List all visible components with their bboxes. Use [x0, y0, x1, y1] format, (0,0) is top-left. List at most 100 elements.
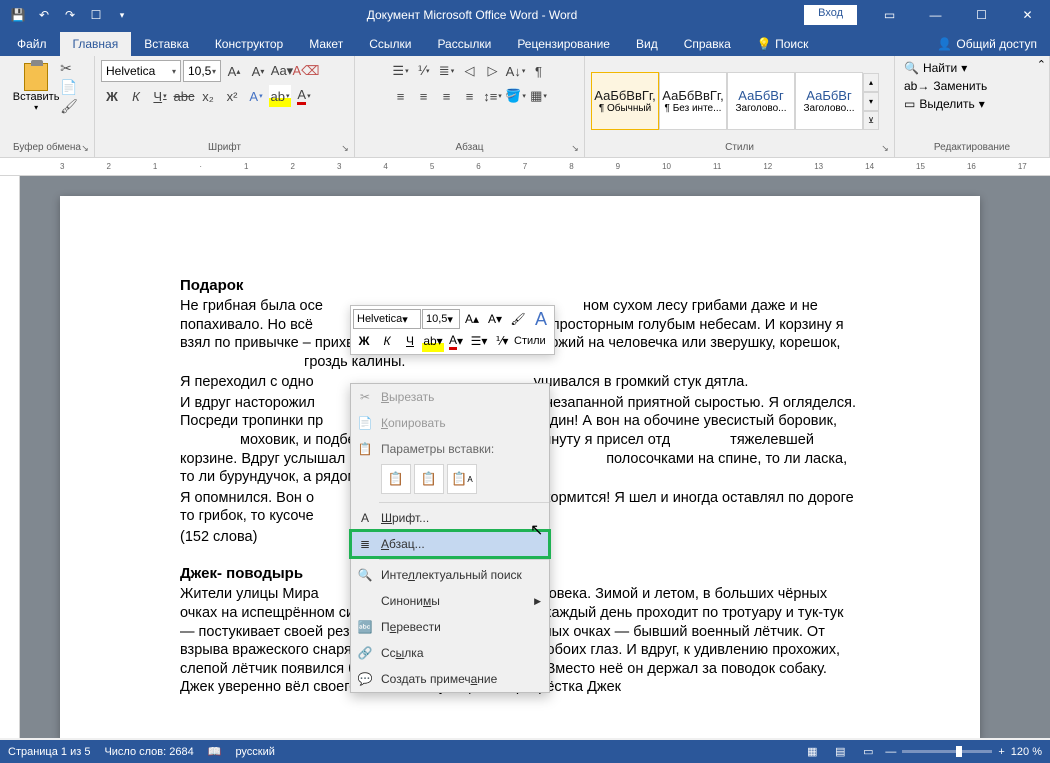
mini-italic-button[interactable]: К: [376, 330, 398, 352]
styles-up-icon[interactable]: ▴: [863, 73, 879, 92]
view-web-icon[interactable]: ▭: [857, 743, 879, 761]
status-page[interactable]: Страница 1 из 5: [8, 746, 90, 758]
tab-references[interactable]: Ссылки: [356, 32, 424, 56]
cm-new-comment[interactable]: 💬Создать примечание: [351, 666, 549, 692]
line-spacing-icon[interactable]: ↕≡: [482, 85, 504, 107]
font-color-icon[interactable]: A: [293, 85, 315, 107]
replace-button[interactable]: ab→ Заменить: [901, 78, 990, 94]
save-icon[interactable]: 💾: [8, 5, 28, 25]
cm-paragraph[interactable]: ≣Абзац...: [351, 531, 549, 557]
mini-font-color-icon[interactable]: A▾: [445, 330, 467, 352]
shrink-font-icon[interactable]: A▾: [247, 60, 269, 82]
styles-launcher-icon[interactable]: ↘: [878, 141, 892, 155]
show-marks-icon[interactable]: ¶: [528, 60, 550, 82]
horizontal-ruler[interactable]: 321·1234567891011121314151617: [0, 158, 1050, 176]
find-button[interactable]: 🔍 Найти ▾: [901, 60, 970, 76]
zoom-in-button[interactable]: +: [998, 746, 1004, 758]
tab-mailings[interactable]: Рассылки: [424, 32, 504, 56]
paste-merge-icon[interactable]: 📋: [414, 464, 444, 494]
mini-numbering-icon[interactable]: ⅟▾: [491, 330, 513, 352]
mini-styles-icon[interactable]: A: [530, 308, 552, 330]
decrease-indent-icon[interactable]: ◁: [459, 60, 481, 82]
sort-icon[interactable]: A↓: [505, 60, 527, 82]
justify-icon[interactable]: ≡: [459, 85, 481, 107]
select-button[interactable]: ▭ Выделить ▾: [901, 96, 988, 112]
strikethrough-button[interactable]: abc: [173, 85, 195, 107]
paste-button[interactable]: Вставить ▾: [16, 60, 56, 115]
paste-text-only-icon[interactable]: 📋A: [447, 464, 477, 494]
borders-icon[interactable]: ▦: [528, 85, 550, 107]
ribbon-display-icon[interactable]: ▭: [867, 0, 912, 30]
zoom-slider[interactable]: [902, 750, 992, 753]
font-size-combo[interactable]: 10,5▾: [183, 60, 221, 82]
mini-underline-button[interactable]: Ч: [399, 330, 421, 352]
cm-synonyms[interactable]: Синонимы▶: [351, 588, 549, 614]
numbering-icon[interactable]: ⅟: [413, 60, 435, 82]
style-normal[interactable]: АаБбВвГг,¶ Обычный: [591, 72, 659, 130]
undo-icon[interactable]: ↶: [34, 5, 54, 25]
style-no-spacing[interactable]: АаБбВвГг,¶ Без инте...: [659, 72, 727, 130]
zoom-out-button[interactable]: —: [885, 746, 896, 758]
maximize-icon[interactable]: ☐: [959, 0, 1004, 30]
cm-copy[interactable]: 📄Копировать: [351, 410, 549, 436]
status-word-count[interactable]: Число слов: 2684: [104, 746, 193, 758]
cm-translate[interactable]: 🔤Перевести: [351, 614, 549, 640]
clear-formatting-icon[interactable]: A⌫: [295, 60, 317, 82]
align-left-icon[interactable]: ≡: [390, 85, 412, 107]
status-spellcheck-icon[interactable]: 📖: [208, 745, 222, 758]
styles-more-icon[interactable]: ⊻: [863, 111, 879, 130]
cm-cut[interactable]: ✂Вырезать: [351, 384, 549, 410]
cm-link[interactable]: 🔗Ссылка: [351, 640, 549, 666]
qat-customize-icon[interactable]: ▾: [112, 5, 132, 25]
search-button[interactable]: 💡 Поиск: [744, 32, 822, 56]
align-right-icon[interactable]: ≡: [436, 85, 458, 107]
tab-layout[interactable]: Макет: [296, 32, 356, 56]
vertical-ruler[interactable]: [0, 176, 20, 738]
cm-font[interactable]: AШрифт...: [351, 505, 549, 531]
paste-keep-source-icon[interactable]: 📋: [381, 464, 411, 494]
redo-icon[interactable]: ↷: [60, 5, 80, 25]
style-heading1[interactable]: АаБбВгЗаголово...: [727, 72, 795, 130]
cut-icon[interactable]: ✂: [60, 60, 78, 77]
mini-bullets-icon[interactable]: ☰▾: [468, 330, 490, 352]
mini-format-painter-icon[interactable]: 🖌: [507, 308, 529, 330]
tab-help[interactable]: Справка: [671, 32, 744, 56]
mini-styles-button[interactable]: Стили: [514, 330, 546, 352]
paragraph-launcher-icon[interactable]: ↘: [568, 141, 582, 155]
styles-down-icon[interactable]: ▾: [863, 92, 879, 111]
tab-design[interactable]: Конструктор: [202, 32, 296, 56]
view-print-icon[interactable]: ▤: [829, 743, 851, 761]
increase-indent-icon[interactable]: ▷: [482, 60, 504, 82]
change-case-icon[interactable]: Aa▾: [271, 60, 293, 82]
multilevel-icon[interactable]: ≣: [436, 60, 458, 82]
highlight-icon[interactable]: ab: [269, 85, 291, 107]
style-heading2[interactable]: АаБбВгЗаголово...: [795, 72, 863, 130]
mini-bold-button[interactable]: Ж: [353, 330, 375, 352]
align-center-icon[interactable]: ≡: [413, 85, 435, 107]
subscript-button[interactable]: x₂: [197, 85, 219, 107]
collapse-ribbon-icon[interactable]: ⌃: [1037, 58, 1046, 71]
login-button[interactable]: Вход: [804, 5, 857, 25]
shading-icon[interactable]: 🪣: [505, 85, 527, 107]
bullets-icon[interactable]: ☰: [390, 60, 412, 82]
copy-icon[interactable]: 📄: [60, 79, 78, 96]
tab-view[interactable]: Вид: [623, 32, 671, 56]
mini-highlight-icon[interactable]: ab▾: [422, 330, 444, 352]
status-language[interactable]: русский: [235, 746, 274, 758]
share-button[interactable]: 👤 Общий доступ: [924, 32, 1050, 56]
grow-font-icon[interactable]: A▴: [223, 60, 245, 82]
bold-button[interactable]: Ж: [101, 85, 123, 107]
mini-font-combo[interactable]: Helvetica ▾: [353, 309, 421, 329]
tab-insert[interactable]: Вставка: [131, 32, 202, 56]
mini-shrink-font-icon[interactable]: A▾: [484, 308, 506, 330]
minimize-icon[interactable]: —: [913, 0, 958, 30]
format-painter-icon[interactable]: 🖌: [60, 98, 78, 115]
tab-file[interactable]: Файл: [4, 32, 60, 56]
tab-home[interactable]: Главная: [60, 32, 132, 56]
close-icon[interactable]: ✕: [1005, 0, 1050, 30]
text-effects-icon[interactable]: A: [245, 85, 267, 107]
font-launcher-icon[interactable]: ↘: [338, 141, 352, 155]
font-name-combo[interactable]: Helvetica▾: [101, 60, 181, 82]
cm-smart-lookup[interactable]: 🔍Интеллектуальный поиск: [351, 562, 549, 588]
tab-review[interactable]: Рецензирование: [504, 32, 623, 56]
